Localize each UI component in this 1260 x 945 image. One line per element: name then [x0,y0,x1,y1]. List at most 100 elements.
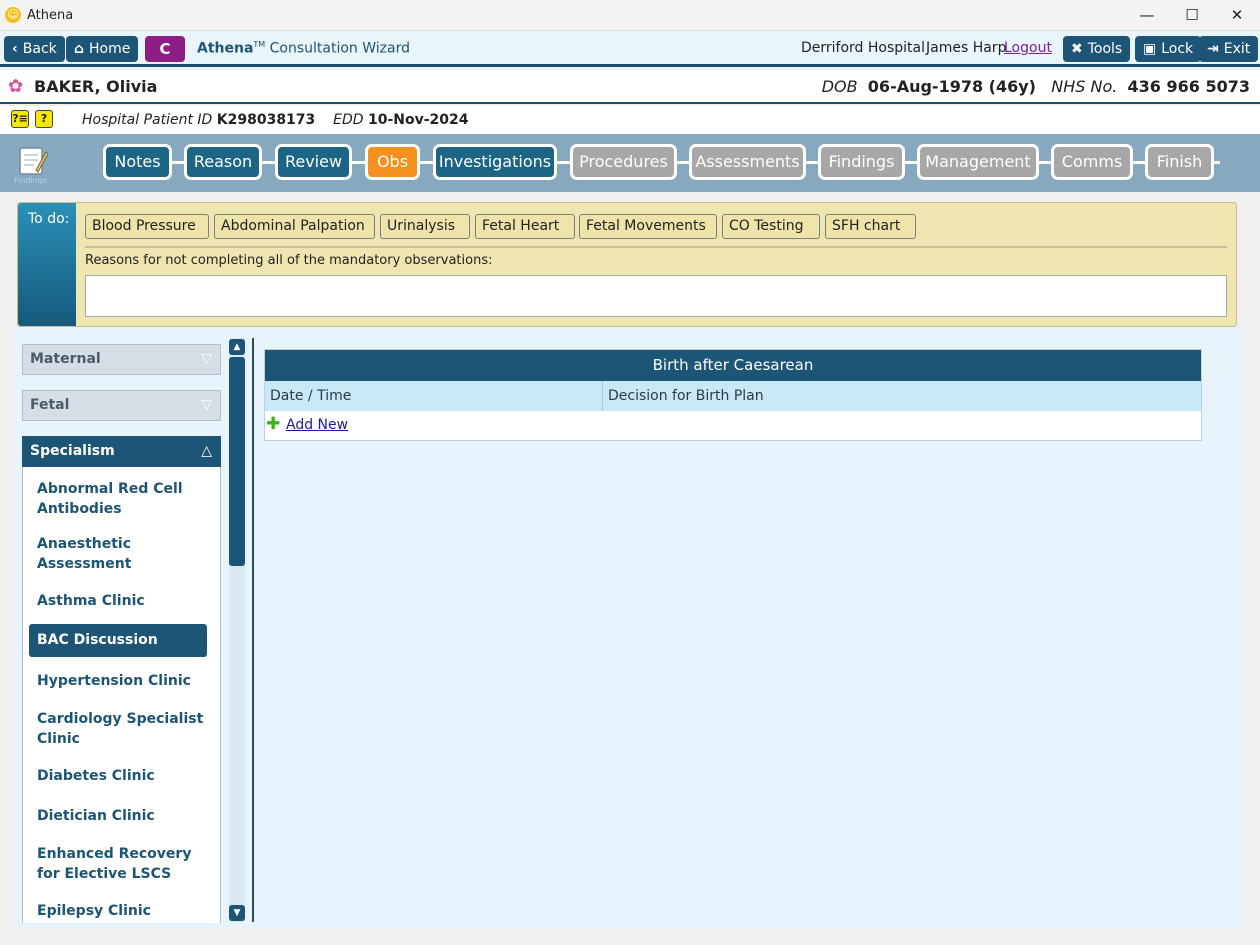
todo-panel: To do: Blood Pressure Abdominal Palpatio… [17,202,1237,327]
home-label: Home [89,41,131,57]
step-investigations[interactable]: Investigations [433,144,557,180]
back-button[interactable]: ‹ Back [4,36,65,62]
navigation-bar: ‹ Back ⌂ Home C AthenaTM Consultation Wiza… [0,31,1260,67]
logout-link[interactable]: Logout [1004,40,1052,56]
step-comms[interactable]: Comms [1051,144,1133,180]
patient-banner: ✿ BAKER, Olivia DOB 06-Aug-1978 (46y) NH… [0,70,1260,104]
step-findings[interactable]: Findings [818,144,905,180]
minimize-button[interactable]: — [1124,0,1170,31]
wizard-title: AthenaTM Consultation Wizard [197,40,410,57]
c-button[interactable]: C [145,36,185,62]
birth-after-caesarean-table: Birth after Caesarean Date / Time Decisi… [264,349,1202,441]
lock-button[interactable]: ▣ Lock [1135,36,1202,62]
tools-label: Tools [1087,41,1123,57]
main-content: Maternal ▽ Fetal ▽ Specialism △ Abnormal… [14,328,1242,928]
user-name: James Harp [926,40,1007,56]
step-review[interactable]: Review [275,144,352,180]
wizard-brand: Athena [197,40,254,57]
findings-icon-label: Findings [14,176,47,185]
close-window-button[interactable]: ✕ [1214,0,1260,31]
step-reason[interactable]: Reason [184,144,262,180]
scrollbar-thumb[interactable] [229,357,245,566]
chevron-down-icon: ▽ [201,351,212,367]
nhs-label: NHS No. [1051,77,1118,96]
step-procedures[interactable]: Procedures [570,144,677,180]
chevron-left-icon: ‹ [12,41,18,57]
step-notes[interactable]: Notes [103,144,172,180]
specialism-list: Abnormal Red Cell Antibodies Anaesthetic… [22,467,221,923]
chevron-up-icon: △ [201,443,212,459]
hospital-name: Derriford Hospital [801,40,926,56]
edd-label: EDD [333,112,364,128]
dob-value: 06-Aug-1978 (46y) [867,77,1036,96]
lock-icon: ▣ [1143,41,1157,57]
todo-blood-pressure[interactable]: Blood Pressure [85,214,209,239]
table-title: Birth after Caesarean [265,350,1201,381]
patient-name: BAKER, Olivia [34,77,158,96]
wizard-step-bar: Findings Notes Reason Review Obs Investi… [0,134,1260,192]
reason-textbox[interactable] [85,275,1227,317]
help-icon[interactable]: ? [35,110,53,128]
section-fetal[interactable]: Fetal ▽ [22,390,221,421]
window-title-bar: ☺ Athena — ☐ ✕ [0,0,1260,31]
sidebar-item-dietician-clinic[interactable]: Dietician Clinic [29,806,207,826]
todo-label: To do: [18,203,76,326]
step-assessments[interactable]: Assessments [689,144,806,180]
step-obs[interactable]: Obs [365,144,420,180]
column-date-time[interactable]: Date / Time [265,381,603,411]
step-management[interactable]: Management [917,144,1039,180]
window-title: Athena [27,8,74,23]
scroll-up-icon[interactable]: ▲ [229,339,245,355]
exit-label: Exit [1223,41,1251,57]
hpid-label: Hospital Patient ID [82,112,213,128]
sidebar-item-diabetes-clinic[interactable]: Diabetes Clinic [29,766,207,786]
exit-icon: ⇥ [1207,41,1219,57]
alert-list-icon[interactable]: ?≡ [11,110,29,128]
step-finish[interactable]: Finish [1145,144,1214,180]
plus-icon[interactable]: ✚ [266,416,280,433]
todo-abdominal-palpation[interactable]: Abdominal Palpation [214,214,375,239]
todo-urinalysis[interactable]: Urinalysis [380,214,470,239]
dob-label: DOB [821,77,858,96]
exit-button[interactable]: ⇥ Exit [1199,36,1259,62]
tools-icon: ✖ [1071,41,1083,57]
column-decision-birth-plan[interactable]: Decision for Birth Plan [603,381,1201,411]
section-maternal[interactable]: Maternal ▽ [22,344,221,375]
add-new-row: ✚ Add New [265,411,1201,440]
sidebar-item-asthma-clinic[interactable]: Asthma Clinic [29,591,207,611]
nhs-value: 436 966 5073 [1127,77,1250,96]
patient-info-bar: ?≡ ? Hospital Patient ID K298038173 EDD … [0,106,1260,134]
todo-divider [85,246,1227,248]
todo-fetal-movements[interactable]: Fetal Movements [579,214,717,239]
chevron-down-icon: ▽ [201,397,212,413]
back-label: Back [22,41,57,57]
hpid-value: K298038173 [216,112,316,128]
flower-icon: ✿ [8,76,24,97]
section-specialism-label: Specialism [30,443,115,459]
tools-button[interactable]: ✖ Tools [1063,36,1131,62]
wizard-tm: TM [253,40,266,49]
sidebar-item-bac-discussion[interactable]: BAC Discussion [29,624,207,657]
athena-logo-icon: ☺ [5,7,21,23]
home-button[interactable]: ⌂ Home [66,36,139,62]
sidebar-item-enhanced-recovery[interactable]: Enhanced Recovery for Elective LSCS [29,844,207,884]
sidebar-item-epilepsy-clinic[interactable]: Epilepsy Clinic [29,901,207,921]
section-fetal-label: Fetal [30,397,70,413]
todo-co-testing[interactable]: CO Testing [722,214,820,239]
maximize-button[interactable]: ☐ [1169,0,1215,31]
panel-divider [252,338,254,922]
patient-id-line: Hospital Patient ID K298038173 EDD 10-No… [82,112,469,128]
sidebar-item-cardiology-specialist-clinic[interactable]: Cardiology Specialist Clinic [29,709,207,749]
section-specialism[interactable]: Specialism △ [22,436,221,467]
todo-sfh-chart[interactable]: SFH chart [825,214,916,239]
sidebar-item-abnormal-red-cell-antibodies[interactable]: Abnormal Red Cell Antibodies [29,479,207,519]
add-new-link[interactable]: Add New [286,417,348,433]
scroll-down-icon[interactable]: ▼ [229,905,245,921]
lock-label: Lock [1161,41,1194,57]
todo-fetal-heart[interactable]: Fetal Heart [475,214,575,239]
sidebar-item-hypertension-clinic[interactable]: Hypertension Clinic [29,671,207,691]
edd-value: 10-Nov-2024 [367,112,469,128]
sidebar-item-anaesthetic-assessment[interactable]: Anaesthetic Assessment [29,534,207,574]
home-icon: ⌂ [74,41,85,57]
patient-identifiers: DOB 06-Aug-1978 (46y) NHS No. 436 966 50… [822,77,1250,96]
